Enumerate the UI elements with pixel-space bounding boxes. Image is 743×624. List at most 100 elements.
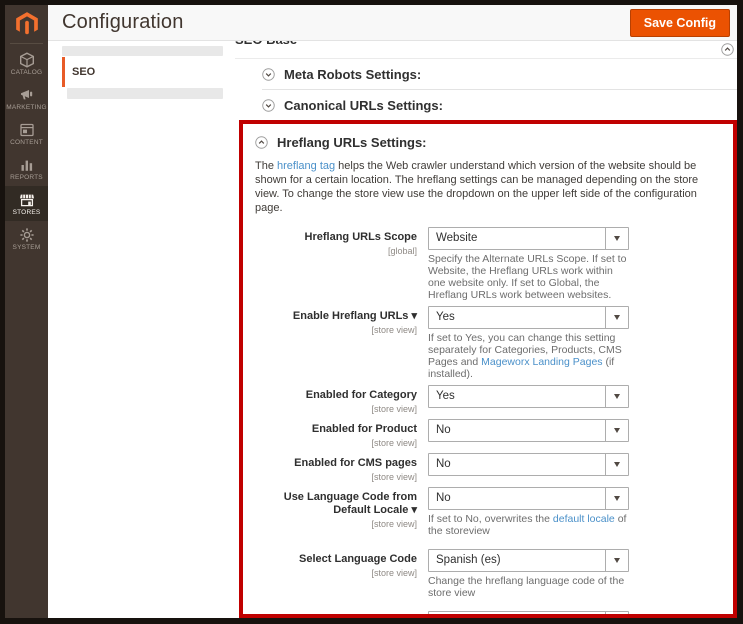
select-value: No xyxy=(436,458,451,470)
enabled-for-category-select[interactable]: Yes xyxy=(428,385,629,408)
field-row-enabled-for-category: Enabled for Category [store view] Yes xyxy=(255,385,723,414)
field-note: If set to Yes, you can change this setti… xyxy=(428,332,622,380)
dropdown-arrow-icon xyxy=(605,307,628,328)
field-note: If set to No, overwrites the default loc… xyxy=(428,513,627,537)
hreflang-form: Hreflang URLs Scope [global] Website Spe… xyxy=(255,227,723,618)
reports-icon xyxy=(21,160,32,171)
page-title: Configuration xyxy=(62,11,184,33)
select-value: Yes xyxy=(429,612,605,614)
mageworx-landing-pages-link[interactable]: Mageworx Landing Pages xyxy=(481,356,602,368)
dropdown-arrow-icon xyxy=(605,228,628,249)
field-label[interactable]: Use Language Code from Default Locale ▾ xyxy=(255,491,417,517)
field-scope: [global] xyxy=(387,246,417,256)
expand-icon xyxy=(262,98,275,112)
field-scope: [store view] xyxy=(371,472,417,482)
field-label[interactable]: Enable Hreflang URLs ▾ xyxy=(255,310,417,323)
save-config-button[interactable]: Save Config xyxy=(629,8,730,37)
sidebar-item-system[interactable]: SYSTEM xyxy=(5,221,48,256)
select-value: Yes xyxy=(436,311,455,323)
field-row-hreflang-urls-scope: Hreflang URLs Scope [global] Website Spe… xyxy=(255,227,723,301)
enabled-for-product-select[interactable]: No xyxy=(428,419,629,442)
field-row-select-language-code: Select Language Code [store view] Spanis… xyxy=(255,549,723,599)
collapse-icon xyxy=(721,43,734,56)
field-row-enabled-for-product: Enabled for Product [store view] No xyxy=(255,419,723,448)
field-row-enable-hreflang-urls: Enable Hreflang URLs ▾ [store view] Yes … xyxy=(255,306,723,380)
system-icon xyxy=(19,227,34,242)
field-scope: [store view] xyxy=(371,568,417,578)
section-canonical-urls[interactable]: Canonical URLs Settings: xyxy=(235,90,737,120)
field-label: Enabled for Product xyxy=(311,423,417,435)
section-meta-robots[interactable]: Meta Robots Settings: xyxy=(235,59,737,89)
section-title: Canonical URLs Settings: xyxy=(284,97,443,113)
select-language-code-select[interactable]: Spanish (es) xyxy=(428,549,629,572)
dropdown-arrow-icon xyxy=(605,386,628,407)
field-note: Change the hreflang language code of the… xyxy=(428,575,625,599)
select-value: Website xyxy=(436,232,478,244)
magento-logo-icon xyxy=(15,12,38,35)
section-title: Meta Robots Settings: xyxy=(284,66,422,82)
sidebar-item-label: REPORTS xyxy=(10,173,43,181)
subnav-tab-above[interactable] xyxy=(62,46,223,56)
add-country-code-select[interactable]: Yes xyxy=(428,611,629,614)
section-title: Hreflang URLs Settings: xyxy=(277,135,427,150)
subnav-tab-below[interactable] xyxy=(67,88,223,99)
page-header: Configuration Save Config xyxy=(48,5,737,41)
screenshot-frame: CATALOG MARKETING CONTENT REPORTS STORES… xyxy=(0,0,743,624)
hreflang-description: The hreflang tag helps the Web crawler u… xyxy=(255,159,723,215)
section-hreflang-urls[interactable]: Hreflang URLs Settings: xyxy=(255,135,723,150)
config-subnav: SEO xyxy=(62,46,223,99)
field-label[interactable]: Add Country Code ▾ xyxy=(255,615,417,618)
expand-icon xyxy=(262,67,275,81)
main-area: Configuration Save Config SEO SEO Base xyxy=(48,5,737,618)
field-row-use-language-code-default-locale: Use Language Code from Default Locale ▾ … xyxy=(255,487,723,537)
sidebar-item-catalog[interactable]: CATALOG xyxy=(5,46,48,81)
dropdown-arrow-icon xyxy=(605,420,628,441)
field-scope: [store view] xyxy=(371,325,417,335)
field-row-add-country-code: Add Country Code ▾ [store view] Yes Allo… xyxy=(255,611,723,618)
sidebar-item-marketing[interactable]: MARKETING xyxy=(5,81,48,116)
hreflang-tag-link[interactable]: hreflang tag xyxy=(277,160,335,172)
field-row-enabled-for-cms-pages: Enabled for CMS pages [store view] No xyxy=(255,453,723,482)
enable-hreflang-urls-select[interactable]: Yes xyxy=(428,306,629,329)
sidebar-item-stores[interactable]: STORES xyxy=(5,186,48,221)
subnav-tab-seo-label: SEO xyxy=(72,66,96,78)
enabled-for-cms-pages-select[interactable]: No xyxy=(428,453,629,476)
section-seo-base-title: SEO Base xyxy=(235,41,737,47)
collapse-icon xyxy=(255,136,268,149)
sidebar-item-label: CATALOG xyxy=(10,68,43,76)
content-icon xyxy=(19,123,34,136)
stores-icon xyxy=(19,194,34,206)
select-value: Spanish (es) xyxy=(436,554,501,566)
subnav-tab-seo[interactable]: SEO xyxy=(62,57,218,87)
admin-sidebar: CATALOG MARKETING CONTENT REPORTS STORES… xyxy=(5,5,48,618)
magento-logo[interactable] xyxy=(5,5,48,43)
default-locale-link[interactable]: default locale xyxy=(553,513,615,525)
config-content: SEO SEO Base Me xyxy=(48,41,737,618)
catalog-icon xyxy=(19,51,34,68)
sidebar-item-label: SYSTEM xyxy=(12,243,41,251)
field-scope: [store view] xyxy=(371,404,417,414)
sidebar-item-label: CONTENT xyxy=(10,138,43,146)
config-column: SEO Base Meta Robots Settings: xyxy=(235,41,737,618)
hreflang-settings-highlight-box: Hreflang URLs Settings: The hreflang tag… xyxy=(239,120,737,618)
select-value: Yes xyxy=(436,390,455,402)
sidebar-item-label: MARKETING xyxy=(6,103,47,111)
sidebar-item-reports[interactable]: REPORTS xyxy=(5,151,48,186)
select-value: No xyxy=(436,424,451,436)
dropdown-arrow-icon xyxy=(605,454,628,475)
hreflang-urls-scope-select[interactable]: Website xyxy=(428,227,629,250)
field-label: Select Language Code xyxy=(299,553,417,565)
field-scope: [store view] xyxy=(371,519,417,529)
dropdown-arrow-icon xyxy=(605,488,628,509)
magento-admin-window: CATALOG MARKETING CONTENT REPORTS STORES… xyxy=(5,5,737,618)
dropdown-arrow-icon xyxy=(605,550,628,571)
description-text: The xyxy=(255,160,278,172)
field-label: Enabled for CMS pages xyxy=(294,457,417,469)
dropdown-arrow-icon xyxy=(605,612,628,614)
use-language-code-select[interactable]: No xyxy=(428,487,629,510)
sidebar-divider xyxy=(10,43,43,44)
field-scope: [store view] xyxy=(371,438,417,448)
sidebar-item-content[interactable]: CONTENT xyxy=(5,116,48,151)
marketing-icon xyxy=(20,89,32,99)
section-seo-base-clipped[interactable]: SEO Base xyxy=(235,41,737,59)
